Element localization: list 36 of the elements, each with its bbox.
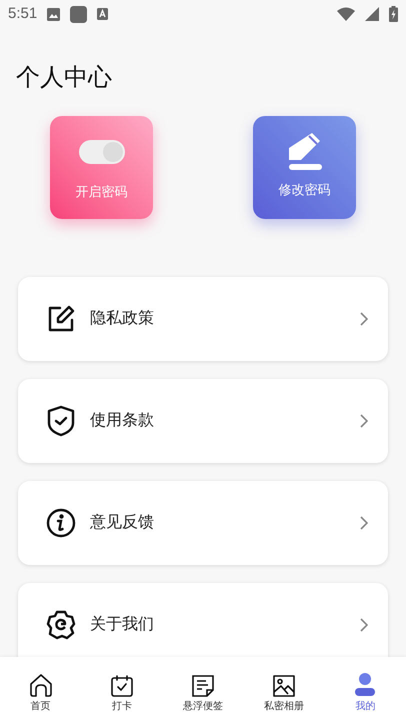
- note-icon: [192, 675, 214, 697]
- menu-item[interactable]: 意见反馈: [18, 481, 388, 565]
- menu-label: 意见反馈: [90, 512, 155, 533]
- menu-label: 使用条款: [90, 411, 155, 431]
- battery-icon: [389, 6, 398, 22]
- home-icon: [28, 673, 53, 697]
- nav-tab[interactable]: 打卡: [81, 657, 162, 723]
- nav-tab[interactable]: 悬浮便签: [162, 657, 244, 723]
- image-icon: [47, 8, 60, 20]
- page-title: 个人中心: [16, 63, 113, 93]
- chevron-right-icon: [360, 312, 368, 326]
- menu-item[interactable]: 隐私政策: [18, 277, 388, 361]
- shield-check-icon: [47, 405, 75, 437]
- status-time: 5:51: [8, 4, 38, 24]
- nav-tab[interactable]: 首页: [0, 657, 82, 723]
- nav-tab[interactable]: 我的: [324, 657, 406, 723]
- keyboard-icon: [97, 8, 108, 20]
- nav-tab[interactable]: 私密相册: [244, 657, 325, 723]
- chevron-right-icon: [360, 618, 368, 632]
- edit-icon: [47, 305, 75, 333]
- menu-label: 隐私政策: [90, 309, 155, 329]
- chevron-right-icon: [360, 516, 368, 530]
- menu-item[interactable]: 关于我们: [18, 583, 388, 657]
- image-icon: [273, 675, 296, 697]
- pencil-icon: [288, 132, 322, 170]
- signal-icon: [365, 7, 379, 21]
- app-icon: [70, 6, 88, 22]
- calendar-check-icon: [110, 675, 133, 697]
- person-icon: [354, 673, 376, 697]
- chevron-right-icon: [360, 414, 368, 428]
- settings-icon: [45, 609, 77, 641]
- menu-label: 关于我们: [90, 614, 155, 635]
- menu-item[interactable]: 使用条款: [18, 379, 388, 463]
- change-password-tile[interactable]: 修改密码: [253, 116, 356, 219]
- wifi-icon: [337, 7, 355, 21]
- info-icon: [46, 508, 76, 538]
